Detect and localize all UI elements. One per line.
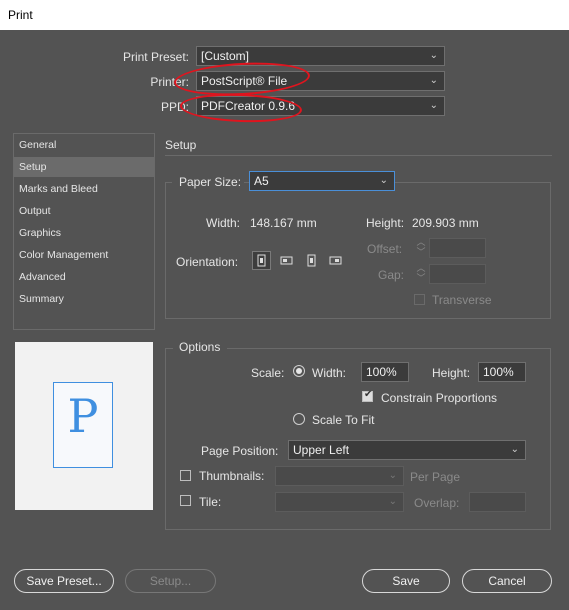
setup-section-title: Setup xyxy=(165,138,197,152)
offset-spinner[interactable]: ︿ ﹀ xyxy=(415,237,427,257)
category-marks-and-bleed[interactable]: Marks and Bleed xyxy=(19,183,98,195)
tile-dropdown[interactable]: ⌄ xyxy=(275,492,404,512)
options-section-title: Options xyxy=(179,340,221,354)
orientation-portrait-button[interactable] xyxy=(252,251,271,270)
chevron-down-icon: ⌄ xyxy=(510,444,519,455)
chevron-down-icon: ⌄ xyxy=(388,470,397,481)
print-preset-label: Print Preset: xyxy=(122,50,189,64)
page-position-dropdown[interactable]: Upper Left ⌄ xyxy=(288,440,526,460)
category-advanced[interactable]: Advanced xyxy=(19,271,66,283)
paper-size-dropdown[interactable]: A5 ⌄ xyxy=(249,171,395,191)
category-output[interactable]: Output xyxy=(19,205,51,217)
printer-label: Printer: xyxy=(150,75,189,89)
height-label: Height: xyxy=(366,216,405,230)
page-position-label: Page Position: xyxy=(201,444,279,458)
gap-spinner[interactable]: ︿ ﹀ xyxy=(415,263,427,283)
scale-height-label: Height: xyxy=(432,366,471,380)
category-setup[interactable]: Setup xyxy=(19,161,46,173)
save-button[interactable]: Save xyxy=(362,569,450,593)
reverse-landscape-icon xyxy=(329,256,342,265)
spinner-up-icon: ︿ xyxy=(416,263,426,273)
thumbnails-checkbox[interactable] xyxy=(180,470,191,481)
scale-to-fit-radio[interactable] xyxy=(293,413,305,425)
print-preset-value: [Custom] xyxy=(201,49,250,63)
height-value: 209.903 mm xyxy=(412,216,479,230)
landscape-icon xyxy=(280,256,293,265)
orientation-reverse-portrait-button[interactable] xyxy=(302,251,321,270)
spinner-up-icon: ︿ xyxy=(416,237,426,247)
setup-button[interactable]: Setup... xyxy=(125,569,216,593)
category-summary[interactable]: Summary xyxy=(19,293,64,305)
orientation-label: Orientation: xyxy=(176,255,239,269)
scale-width-label: Width: xyxy=(312,366,347,380)
preview-glyph: P xyxy=(67,389,99,443)
setup-divider xyxy=(165,155,552,156)
save-preset-button[interactable]: Save Preset... xyxy=(14,569,114,593)
tile-checkbox[interactable] xyxy=(180,495,191,506)
width-label: Width: xyxy=(206,216,241,230)
gap-label: Gap: xyxy=(378,268,405,282)
orientation-reverse-landscape-button[interactable] xyxy=(326,251,345,270)
offset-label: Offset: xyxy=(367,242,403,256)
chevron-down-icon: ⌄ xyxy=(429,50,438,61)
overlap-label: Overlap: xyxy=(414,496,460,510)
window-title: Print xyxy=(8,8,33,22)
scale-to-fit-label: Scale To Fit xyxy=(312,413,375,427)
preview-page-outline: P xyxy=(53,382,113,468)
chevron-down-icon: ⌄ xyxy=(379,175,388,186)
category-list: General Setup Marks and Bleed Output Gra… xyxy=(13,133,155,330)
overlap-input[interactable] xyxy=(469,492,526,512)
transverse-label: Transverse xyxy=(432,293,492,307)
category-general[interactable]: General xyxy=(19,139,56,151)
printer-annotation-circle xyxy=(173,59,311,99)
chevron-down-icon: ⌄ xyxy=(429,100,438,111)
reverse-portrait-icon xyxy=(307,254,316,267)
ppd-label: PPD: xyxy=(160,100,189,114)
width-value: 148.167 mm xyxy=(250,216,317,230)
title-bar: Print xyxy=(0,0,569,30)
portrait-icon xyxy=(257,254,266,267)
orientation-landscape-button[interactable] xyxy=(277,251,296,270)
category-color-management[interactable]: Color Management xyxy=(19,249,108,261)
paper-size-value: A5 xyxy=(254,174,269,188)
chevron-down-icon: ⌄ xyxy=(429,75,438,86)
gap-input[interactable] xyxy=(429,264,486,284)
setup-panel xyxy=(165,182,551,319)
transverse-checkbox[interactable] xyxy=(414,294,425,305)
category-graphics[interactable]: Graphics xyxy=(19,227,61,239)
spinner-down-icon: ﹀ xyxy=(416,247,426,257)
chevron-down-icon: ⌄ xyxy=(388,496,397,507)
page-position-value: Upper Left xyxy=(293,443,350,457)
scale-width-input[interactable]: 100% xyxy=(361,362,409,382)
page-preview: P xyxy=(15,342,153,510)
per-page-label: Per Page xyxy=(410,470,461,484)
paper-size-label: Paper Size: xyxy=(179,175,242,189)
offset-input[interactable] xyxy=(429,238,486,258)
constrain-proportions-label: Constrain Proportions xyxy=(381,391,498,405)
thumbnails-label: Thumbnails: xyxy=(199,469,265,483)
thumbnails-dropdown[interactable]: ⌄ xyxy=(275,466,404,486)
scale-width-radio[interactable] xyxy=(293,365,305,377)
scale-height-input[interactable]: 100% xyxy=(478,362,526,382)
cancel-button[interactable]: Cancel xyxy=(462,569,552,593)
constrain-proportions-checkbox[interactable] xyxy=(362,389,373,402)
scale-label: Scale: xyxy=(251,366,285,380)
tile-label: Tile: xyxy=(199,495,222,509)
spinner-down-icon: ﹀ xyxy=(416,273,426,283)
